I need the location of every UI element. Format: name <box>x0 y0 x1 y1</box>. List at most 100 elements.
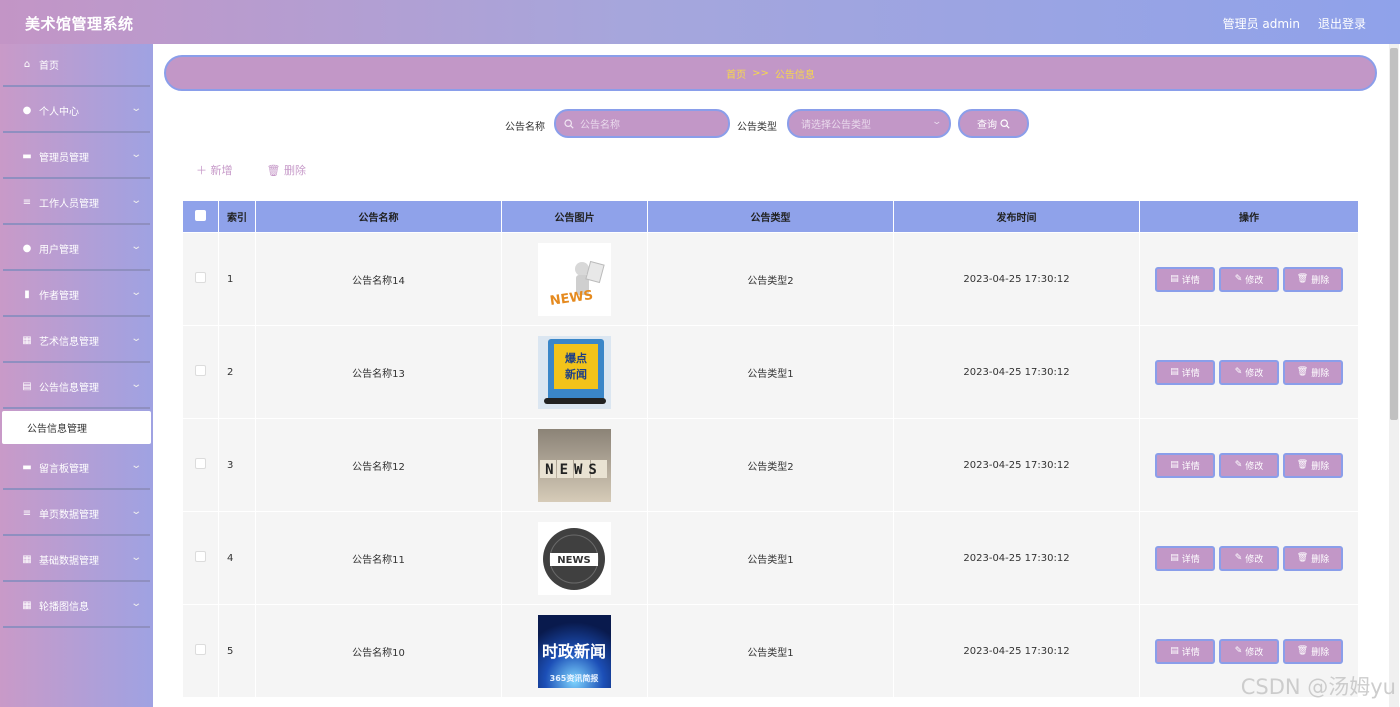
news-3d-figure-image[interactable]: NEWS <box>502 242 647 316</box>
edit-button-label: 修改 <box>1245 368 1264 379</box>
type-select[interactable]: 请选择公告类型 ⌄ <box>787 109 951 138</box>
delete-button[interactable]: 🗑 删除 <box>1283 545 1343 571</box>
document-icon: ▤ <box>22 380 32 392</box>
edit-button[interactable]: ✎ 修改 <box>1219 545 1279 571</box>
trash-icon: 🗑 <box>1296 367 1309 377</box>
select-all-checkbox[interactable] <box>182 200 219 233</box>
type-search-label: 公告类型 <box>737 122 777 133</box>
table-header-row: 索引 公告名称 公告图片 公告类型 发布时间 操作 <box>182 200 1358 233</box>
row-index: 1 <box>218 232 256 326</box>
sidebar-item-label: 轮播图信息 <box>39 601 89 613</box>
row-checkbox[interactable] <box>182 511 219 605</box>
pencil-icon: ✎ <box>1234 274 1243 284</box>
news-globe-badge-image[interactable]: NEWS <box>502 521 647 595</box>
query-button[interactable]: 查询 <box>958 109 1029 138</box>
edit-button[interactable]: ✎ 修改 <box>1219 359 1279 385</box>
edit-button-label: 修改 <box>1245 461 1264 472</box>
chevron-down-icon: ⌄ <box>129 598 142 609</box>
edit-button[interactable]: ✎ 修改 <box>1219 638 1279 664</box>
row-checkbox[interactable] <box>182 232 219 326</box>
search-icon <box>564 118 574 129</box>
sidebar-item-label: 首页 <box>39 61 59 72</box>
row-index: 3 <box>218 418 256 512</box>
row-notice-image[interactable]: NEWS <box>501 232 648 326</box>
news-image-text: NEWS <box>557 555 590 566</box>
submenu-item-notice-management[interactable]: 公告信息管理 <box>2 411 151 444</box>
pencil-icon: ✎ <box>1234 367 1243 377</box>
sidebar-item[interactable]: ▦ 艺术信息管理 ⌄ <box>3 319 150 363</box>
location-icon: ● <box>22 242 32 254</box>
politics-news-banner-image[interactable]: 时政新闻 365资讯简报 <box>502 614 647 688</box>
breadcrumb-home[interactable]: 首页 <box>726 66 746 81</box>
sidebar-item-label: 工作人员管理 <box>39 198 99 210</box>
delete-button[interactable]: 🗑 删除 <box>1283 359 1343 385</box>
row-notice-type: 公告类型2 <box>647 418 894 512</box>
sidebar-item[interactable]: ▬ 留言板管理 ⌄ <box>3 446 150 490</box>
table-actions: ＋ 新增 🗑 删除 <box>196 162 306 178</box>
sidebar-item[interactable]: ≡ 单页数据管理 ⌄ <box>3 492 150 536</box>
chevron-down-icon: ⌄ <box>129 195 142 206</box>
chevron-down-icon: ⌄ <box>129 460 142 471</box>
detail-button[interactable]: ▤ 详情 <box>1155 266 1215 292</box>
sidebar-item[interactable]: ● 用户管理 ⌄ <box>3 227 150 271</box>
row-checkbox[interactable] <box>182 418 219 512</box>
logout-link[interactable]: 退出登录 <box>1318 15 1366 32</box>
news-cubes-image[interactable]: NEWS <box>502 428 647 502</box>
trash-icon: 🗑 <box>1296 460 1309 470</box>
detail-button[interactable]: ▤ 详情 <box>1155 545 1215 571</box>
delete-button[interactable]: 🗑 删除 <box>1283 638 1343 664</box>
detail-button[interactable]: ▤ 详情 <box>1155 452 1215 478</box>
row-notice-image[interactable]: NEWS <box>501 511 648 605</box>
delete-button-label: 删除 <box>1311 554 1330 565</box>
detail-button[interactable]: ▤ 详情 <box>1155 359 1215 385</box>
page-scrollbar[interactable] <box>1389 44 1399 707</box>
table-row: 5 公告名称10 时政新闻 365资讯简报 公告类型1 2023-04-25 17:30:… <box>182 604 1358 698</box>
breaking-news-phone-image[interactable]: 爆点 新闻 <box>502 335 647 409</box>
name-search-input[interactable]: 公告名称 <box>554 109 730 138</box>
sidebar-item[interactable]: ● 个人中心 ⌄ <box>3 89 150 133</box>
add-button[interactable]: ＋ 新增 <box>196 162 233 178</box>
row-notice-image[interactable]: NEWS <box>501 418 648 512</box>
row-checkbox[interactable] <box>182 604 219 698</box>
current-user[interactable]: 管理员 admin <box>1223 15 1300 32</box>
row-notice-name: 公告名称14 <box>255 232 502 326</box>
detail-button[interactable]: ▤ 详情 <box>1155 638 1215 664</box>
scrollbar-thumb[interactable] <box>1390 48 1398 420</box>
trash-icon: 🗑 <box>1296 646 1309 656</box>
app-title: 美术馆管理系统 <box>25 15 134 33</box>
breadcrumb: 首页 >> 公告信息 <box>164 55 1377 91</box>
pencil-icon: ✎ <box>1234 460 1243 470</box>
delete-button-label: 删除 <box>1311 461 1330 472</box>
sidebar-item[interactable]: ▮ 作者管理 ⌄ <box>3 273 150 317</box>
batch-delete-button[interactable]: 🗑 删除 <box>267 162 306 178</box>
row-operations: ▤ 详情 ✎ 修改 🗑 删除 <box>1139 418 1358 512</box>
row-checkbox[interactable] <box>182 325 219 419</box>
delete-button-label: 删除 <box>1311 275 1330 286</box>
delete-button[interactable]: 🗑 删除 <box>1283 452 1343 478</box>
chevron-down-icon: ⌄ <box>129 149 142 160</box>
sidebar-item[interactable]: ⌂ 首页 <box>3 44 150 87</box>
document-icon: ▤ <box>1170 274 1179 284</box>
sidebar-item[interactable]: ▤ 公告信息管理 ⌄ <box>3 365 150 409</box>
news-image-text: 时政新闻 <box>542 642 606 661</box>
sidebar-item[interactable]: ▬ 管理员管理 ⌄ <box>3 135 150 179</box>
row-publish-time: 2023-04-25 17:30:12 <box>893 232 1140 326</box>
breadcrumb-separator: >> <box>752 67 769 79</box>
edit-button[interactable]: ✎ 修改 <box>1219 266 1279 292</box>
grid-icon: ▦ <box>22 553 32 565</box>
chevron-down-icon: ⌄ <box>129 287 142 298</box>
row-notice-image[interactable]: 爆点 新闻 <box>501 325 648 419</box>
grid-icon: ▦ <box>22 599 32 611</box>
sidebar-item-label: 基础数据管理 <box>39 555 99 567</box>
edit-button[interactable]: ✎ 修改 <box>1219 452 1279 478</box>
sidebar-item[interactable]: ▦ 基础数据管理 ⌄ <box>3 538 150 582</box>
plus-icon: ＋ <box>196 164 207 177</box>
sidebar-item[interactable]: ≡ 工作人员管理 ⌄ <box>3 181 150 225</box>
chevron-down-icon: ⌄ <box>129 333 142 344</box>
sidebar-item[interactable]: ▦ 轮播图信息 ⌄ <box>3 584 150 628</box>
delete-button-label: 删除 <box>1311 368 1330 379</box>
row-notice-type: 公告类型2 <box>647 232 894 326</box>
pencil-icon: ✎ <box>1234 553 1243 563</box>
delete-button[interactable]: 🗑 删除 <box>1283 266 1343 292</box>
row-notice-image[interactable]: 时政新闻 365资讯简报 <box>501 604 648 698</box>
